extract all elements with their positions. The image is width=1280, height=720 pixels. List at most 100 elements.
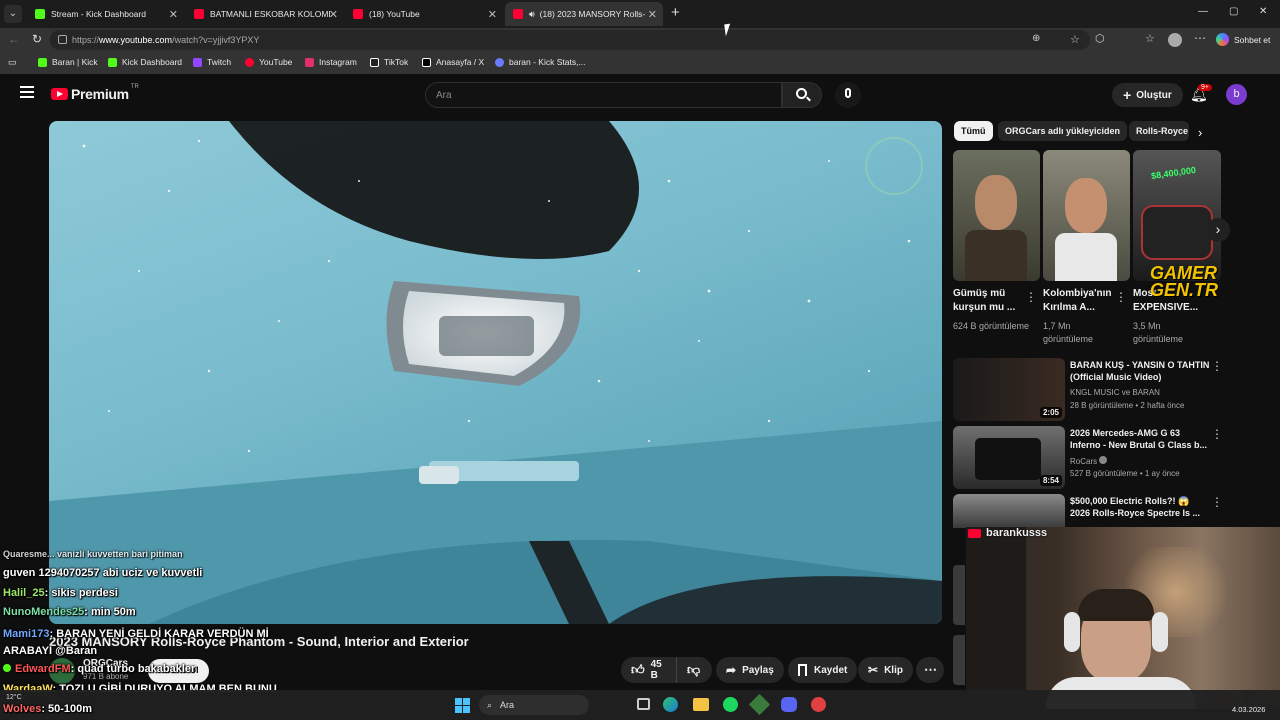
bookmark-baran-kick[interactable]: Baran | Kick xyxy=(38,57,98,67)
short-thumbnail[interactable] xyxy=(953,150,1040,281)
taskbar-search[interactable]: ⌕ Ara xyxy=(479,695,589,715)
like-button[interactable]: 👍︎ 45 B xyxy=(621,657,676,683)
favorites-icon[interactable]: ☆ xyxy=(1145,32,1155,45)
spotify-icon[interactable] xyxy=(723,697,738,712)
chip-rolls-royce[interactable]: Rolls-Royce xyxy=(1129,121,1189,141)
more-actions-button[interactable]: ⋯ xyxy=(916,657,944,683)
channel-name: KNGL MUSIC ve BARAN xyxy=(1070,388,1160,397)
collections-icon[interactable]: ▭ xyxy=(8,57,17,68)
refresh-icon[interactable]: ↻ xyxy=(32,32,42,46)
recommended-thumbnail-partial[interactable] xyxy=(953,635,965,685)
favorite-star-icon[interactable]: ☆ xyxy=(1070,33,1080,46)
create-button[interactable]: + Oluştur xyxy=(1112,83,1183,107)
close-tab-icon[interactable]: ✕ xyxy=(648,8,657,21)
tiktok-icon xyxy=(370,57,379,67)
windows-taskbar: 12°C ⌕ Ara 4.03.2026 xyxy=(0,690,1280,720)
tab-youtube[interactable]: (18) YouTube ✕ xyxy=(345,2,503,26)
tab-kick-dashboard[interactable]: Stream - Kick Dashboard ✕ xyxy=(27,2,184,26)
app-icon[interactable] xyxy=(811,697,826,712)
search-input[interactable]: Ara xyxy=(425,82,782,108)
more-actions-icon[interactable]: ⋮ xyxy=(1211,495,1223,509)
chip-all[interactable]: Tümü xyxy=(954,121,993,141)
app-icon[interactable] xyxy=(748,693,771,716)
chip-from-uploader[interactable]: ORGCars adlı yükleyiciden xyxy=(998,121,1128,141)
headphones xyxy=(1152,612,1168,652)
chip-next-icon[interactable]: › xyxy=(1198,125,1202,140)
chat-message: Halil_25: sikis perdesi xyxy=(3,587,118,599)
kick-icon xyxy=(108,57,117,67)
start-button[interactable] xyxy=(455,698,470,713)
bookmark-instagram[interactable]: Instagram xyxy=(305,57,357,67)
dislike-button[interactable]: 👎︎ xyxy=(676,657,712,683)
edge-icon[interactable] xyxy=(663,697,678,712)
video-title: $500,000 Electric Rolls?! 😱 2026 Rolls-R… xyxy=(1070,496,1201,518)
recommended-video[interactable]: $500,000 Electric Rolls?! 😱 2026 Rolls-R… xyxy=(953,494,1243,528)
save-button[interactable]: Kaydet xyxy=(788,657,858,683)
youtube-icon xyxy=(353,9,363,19)
profile-avatar[interactable] xyxy=(1168,33,1182,47)
recommended-thumbnail-partial[interactable] xyxy=(953,565,965,625)
short-thumbnail[interactable]: $8,400,000 xyxy=(1133,150,1221,281)
youtube-logo[interactable]: Premium TR xyxy=(51,84,139,102)
gamergen-watermark: GAMER GEN.TR xyxy=(1150,263,1219,300)
voice-search-button[interactable] xyxy=(835,82,861,108)
speaker-icon[interactable]: 🔊︎ xyxy=(529,9,535,20)
person-figure xyxy=(975,175,1017,230)
address-row: ← ↻ https://www.youtube.com/watch?v=yjji… xyxy=(0,28,1280,52)
more-actions-icon[interactable]: ⋮ xyxy=(1211,427,1223,441)
clock-date[interactable]: 4.03.2026 xyxy=(1232,705,1265,714)
back-icon[interactable]: ← xyxy=(8,32,20,46)
copilot-button[interactable]: Sohbet et xyxy=(1216,33,1270,46)
bookmark-twitch[interactable]: Twitch xyxy=(193,57,231,67)
close-tab-icon[interactable]: ✕ xyxy=(169,8,178,21)
more-actions-icon[interactable]: ⋮ xyxy=(1115,290,1127,304)
bookmark-kick-dashboard[interactable]: Kick Dashboard xyxy=(108,57,182,67)
video-thumbnail: 2:05 xyxy=(953,358,1065,421)
bookmarks-bar: ▭ Baran | Kick Kick Dashboard Twitch You… xyxy=(0,52,1280,74)
short-views: 624 B görüntüleme xyxy=(953,321,1030,331)
more-actions-icon[interactable]: ⋮ xyxy=(1211,359,1223,373)
shorts-next-button[interactable]: › xyxy=(1206,218,1230,242)
maximize-button[interactable]: ▢ xyxy=(1229,6,1238,17)
search-icon: ⌕ xyxy=(487,699,493,710)
short-title[interactable]: Gümüş mü kurşun mu ... xyxy=(953,287,1033,315)
discord-icon[interactable] xyxy=(781,697,797,712)
account-avatar[interactable]: b xyxy=(1226,84,1247,105)
short-thumbnail[interactable] xyxy=(1043,150,1130,281)
bookmark-icon xyxy=(798,664,807,676)
short-price-badge: $8,400,000 xyxy=(1150,164,1197,182)
tab-actions-icon[interactable]: ⌄ xyxy=(4,5,22,23)
minimize-button[interactable]: — xyxy=(1198,6,1208,17)
recommended-video[interactable]: 8:54 2026 Mercedes-AMG G 63 Inferno - Ne… xyxy=(953,426,1243,490)
more-actions-icon[interactable]: ⋮ xyxy=(1025,290,1037,304)
search-button[interactable] xyxy=(782,82,822,108)
clip-button[interactable]: ✂ Klip xyxy=(858,657,913,683)
weather-widget[interactable]: 12°C xyxy=(6,694,22,701)
share-button[interactable]: ➦ Paylaş xyxy=(716,657,784,683)
task-view-icon[interactable] xyxy=(637,698,650,710)
hamburger-menu-icon[interactable] xyxy=(20,86,34,98)
close-tab-icon[interactable]: ✕ xyxy=(329,8,338,21)
bookmark-tiktok[interactable]: TikTok xyxy=(370,57,408,67)
short-title[interactable]: Kolombiya'nın Kırılma A... xyxy=(1043,287,1123,315)
new-tab-button[interactable]: + xyxy=(671,4,680,21)
bookmark-kick-stats[interactable]: baran - Kick Stats,... xyxy=(495,57,586,67)
site-info-icon[interactable] xyxy=(58,35,67,44)
extensions-icon[interactable]: ⬡ xyxy=(1095,32,1105,45)
tab-mansory-video[interactable]: 🔊︎ (18) 2023 MANSORY Rolls-Ro ✕ xyxy=(505,2,663,26)
kick-stats-icon xyxy=(495,57,504,67)
close-window-button[interactable]: ✕ xyxy=(1259,6,1267,17)
tab-batmanli[interactable]: BATMANLI ESKOBAR KOLOMBİYA' ✕ xyxy=(186,2,344,26)
scissors-icon: ✂ xyxy=(868,663,879,677)
close-tab-icon[interactable]: ✕ xyxy=(488,8,497,21)
bookmark-x[interactable]: Anasayfa / X xyxy=(422,57,484,67)
video-meta: 28 B görüntüleme • 2 hafta önce xyxy=(1070,401,1185,410)
translate-icon[interactable]: ⊕ xyxy=(1032,33,1040,44)
address-bar[interactable]: https://www.youtube.com/watch?v=yjjivf3Y… xyxy=(50,30,1090,50)
chat-message: Quaresme... vanizli kuvvetten bari pitim… xyxy=(3,549,183,559)
more-menu-icon[interactable]: ⋯ xyxy=(1194,31,1206,45)
file-explorer-icon[interactable] xyxy=(693,698,709,711)
chat-message: guven 1294070257 abi uciz ve kuvvetli xyxy=(3,567,203,579)
recommended-video[interactable]: 2:05 BARAN KUŞ - YANSIN O TAHTIN (Offici… xyxy=(953,358,1243,422)
bookmark-youtube[interactable]: YouTube xyxy=(245,57,292,67)
